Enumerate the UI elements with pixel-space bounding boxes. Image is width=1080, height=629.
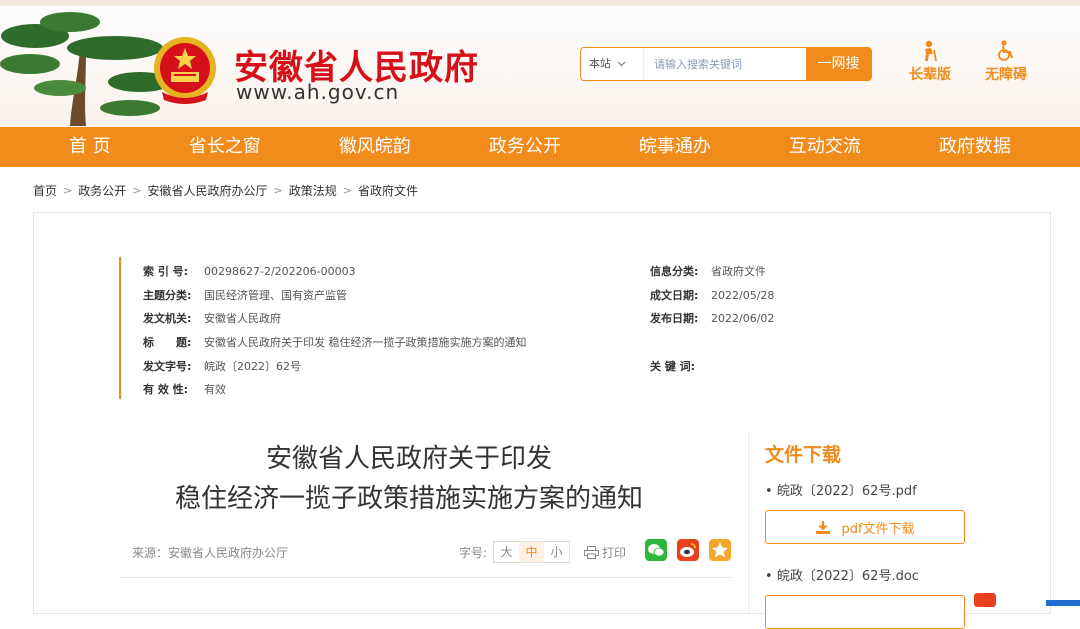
meta-value: 2022/06/02 (711, 312, 775, 325)
meta-key: 信息分类: (650, 265, 699, 278)
breadcrumb-link[interactable]: 首页 (33, 182, 57, 199)
sidebar-divider (748, 431, 749, 613)
elder-version-label: 长辈版 (909, 67, 951, 83)
download-file-label: 皖政〔2022〕62号.pdf (776, 484, 917, 499)
search-scope-select[interactable]: 本站 (581, 48, 644, 80)
meta-value: 有效 (204, 383, 226, 396)
meta-row: 发文机关: 安徽省人民政府 (143, 310, 281, 326)
pdf-download-label: pdf文件下载 (841, 521, 915, 537)
search-bar: 本站 一网搜 (580, 47, 872, 81)
meta-key: 标 题: (143, 336, 192, 349)
meta-value: 皖政〔2022〕62号 (204, 360, 301, 373)
pdf-download-button[interactable]: pdf文件下载 (765, 510, 965, 544)
wechat-icon[interactable] (645, 539, 667, 561)
bullet-icon: • (765, 569, 777, 584)
chevron-down-icon (617, 61, 626, 67)
meta-row: 发布日期: 2022/06/02 (650, 310, 774, 326)
download-file-name[interactable]: • 皖政〔2022〕62号.pdf (765, 480, 917, 499)
font-size-options: 大 中 小 (493, 541, 571, 563)
download-file-label: 皖政〔2022〕62号.doc (776, 569, 919, 584)
breadcrumb-link[interactable]: 政策法规 (289, 182, 337, 199)
nav-item-gov-affairs[interactable]: 政务公开 (489, 127, 561, 167)
site-url: www.ah.gov.cn (236, 80, 400, 104)
meta-value: 省政府文件 (711, 265, 766, 278)
meta-row: 有 效 性: 有效 (143, 381, 226, 397)
article-header-divider (119, 577, 731, 578)
accessibility-link[interactable]: 无障碍 (976, 40, 1036, 84)
document-meta-table: 索 引 号: 00298627-2/202206-00003 主题分类: 国民经济管… (119, 257, 921, 399)
article-source: 来源：安徽省人民政府办公厅 (132, 546, 289, 560)
content-card: 索 引 号: 00298627-2/202206-00003 主题分类: 国民经济管… (33, 212, 1051, 629)
meta-key: 关 键 词: (650, 360, 696, 373)
meta-row: 主题分类: 国民经济管理、国有资产监管 (143, 287, 347, 303)
font-size-label: 字号: (459, 545, 488, 560)
meta-row: 成文日期: 2022/05/28 (650, 287, 774, 303)
meta-row: 发文字号: 皖政〔2022〕62号 (143, 358, 301, 374)
elder-person-icon (925, 40, 937, 62)
print-label: 打印 (602, 545, 627, 560)
font-size-large-button[interactable]: 大 (494, 542, 519, 562)
breadcrumb-separator-icon: > (342, 184, 352, 197)
search-input[interactable] (644, 48, 806, 80)
breadcrumb-separator-icon: > (63, 184, 73, 197)
meta-row: 信息分类: 省政府文件 (650, 263, 766, 279)
meta-key: 索 引 号: (143, 265, 189, 278)
meta-value: 安徽省人民政府 (204, 312, 281, 325)
accessibility-label: 无障碍 (985, 67, 1027, 83)
meta-key: 有 效 性: (143, 383, 189, 396)
pine-tree-logo-icon (0, 12, 172, 126)
meta-row: 关 键 词: (650, 358, 711, 374)
search-button[interactable]: 一网搜 (806, 48, 871, 80)
meta-value: 国民经济管理、国有资产监管 (204, 289, 347, 302)
meta-key: 发文机关: (143, 312, 192, 325)
meta-key: 发文字号: (143, 360, 192, 373)
meta-key: 发布日期: (650, 312, 699, 325)
main-nav: 首 页 省长之窗 徽风皖韵 政务公开 皖事通办 互动交流 政府数据 (0, 127, 1080, 167)
weibo-icon[interactable] (677, 539, 699, 561)
nav-item-governor[interactable]: 省长之窗 (189, 127, 261, 167)
wheelchair-icon (998, 40, 1013, 61)
breadcrumb-separator-icon: > (273, 184, 283, 197)
breadcrumb-link[interactable]: 省政府文件 (358, 182, 418, 199)
breadcrumb-link[interactable]: 政务公开 (78, 182, 126, 199)
downloads-title: 文件下载 (765, 444, 842, 466)
article-title-line: 安徽省人民政府关于印发 (265, 444, 552, 474)
national-emblem-icon (154, 37, 216, 104)
top-utility-strip (0, 0, 1080, 6)
meta-row: 标 题: 安徽省人民政府关于印发 稳住经济一揽子政策措施实施方案的通知 (143, 334, 527, 350)
search-scope-label: 本站 (589, 57, 611, 70)
nav-item-interaction[interactable]: 互动交流 (789, 127, 861, 167)
elder-version-link[interactable]: 长辈版 (900, 40, 960, 84)
floating-service-badge-icon[interactable] (974, 593, 996, 607)
print-button[interactable]: 打印 (584, 544, 626, 561)
font-size-medium-button[interactable]: 中 (519, 542, 545, 562)
site-header: 安徽省人民政府 www.ah.gov.cn 本站 一网搜 长辈版 无障碍 (0, 0, 1080, 127)
article-title-line: 稳住经济一揽子政策措施实施方案的通知 (174, 484, 643, 514)
qzone-star-icon[interactable] (709, 539, 731, 561)
meta-key: 主题分类: (143, 289, 192, 302)
printer-icon (584, 545, 600, 559)
article-title: 安徽省人民政府关于印发 稳住经济一揽子政策措施实施方案的通知 (119, 439, 699, 519)
bullet-icon: • (765, 484, 777, 499)
meta-row: 索 引 号: 00298627-2/202206-00003 (143, 263, 356, 279)
doc-download-button[interactable] (765, 595, 965, 629)
nav-item-culture[interactable]: 徽风皖韵 (339, 127, 411, 167)
meta-value: 2022/05/28 (711, 289, 775, 302)
font-size-controls: 字号: 大 中 小 打印 (459, 541, 626, 563)
meta-value: 00298627-2/202206-00003 (204, 265, 356, 278)
nav-item-services[interactable]: 皖事通办 (639, 127, 711, 167)
meta-key: 成文日期: (650, 289, 699, 302)
nav-item-gov-data[interactable]: 政府数据 (939, 127, 1011, 167)
font-size-small-button[interactable]: 小 (544, 542, 569, 562)
meta-value: 安徽省人民政府关于印发 稳住经济一揽子政策措施实施方案的通知 (204, 336, 527, 349)
breadcrumb-separator-icon: > (132, 184, 142, 197)
download-icon (816, 520, 831, 534)
breadcrumb: 首页 > 政务公开 > 安徽省人民政府办公厅 > 政策法规 > 省政府文件 (33, 182, 418, 199)
breadcrumb-link[interactable]: 安徽省人民政府办公厅 (147, 182, 267, 199)
nav-item-home[interactable]: 首 页 (69, 127, 111, 167)
download-file-name[interactable]: • 皖政〔2022〕62号.doc (765, 565, 919, 584)
floating-toolbar-edge[interactable] (1046, 600, 1080, 606)
